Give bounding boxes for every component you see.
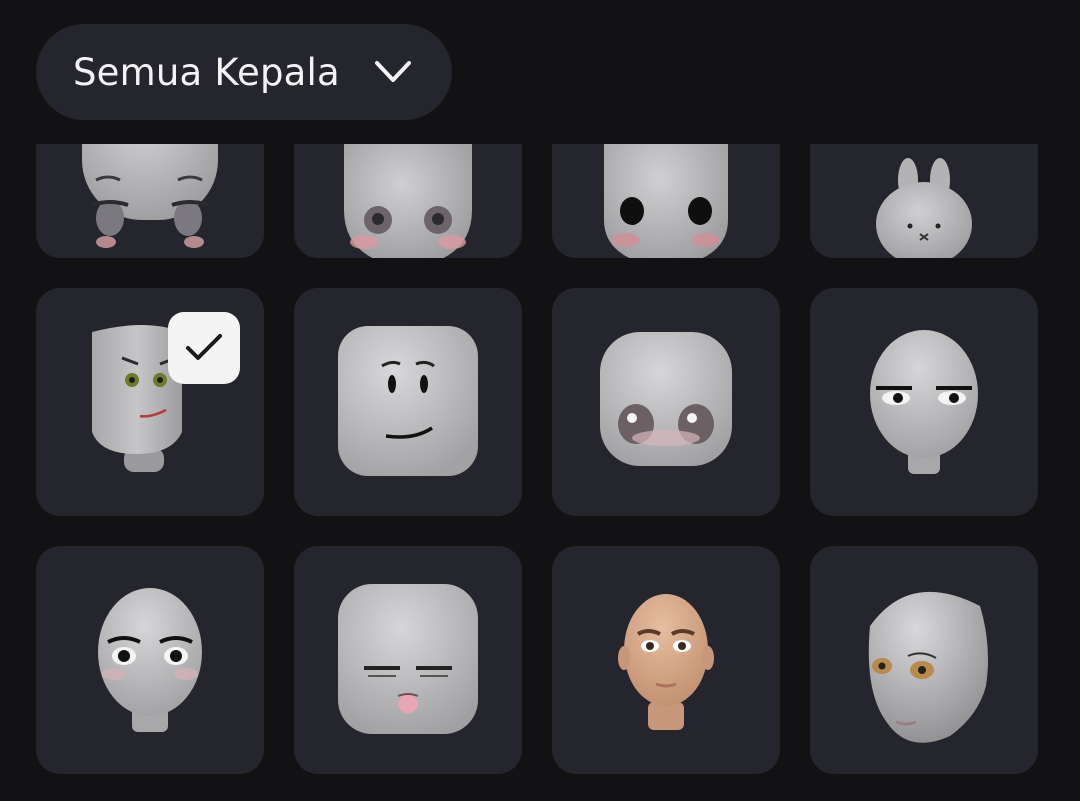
head-item-big-eyes-blush[interactable]	[552, 288, 780, 516]
head-thumbnail-3	[604, 144, 728, 258]
head-thumbnail-2	[344, 144, 472, 258]
head-thumbnail-8	[870, 330, 978, 474]
head-thumbnail-6	[338, 326, 478, 476]
head-item-gray-anime-brows[interactable]	[36, 144, 264, 258]
head-item-green-eyes-smirk[interactable]	[36, 288, 264, 516]
head-grid-viewport[interactable]	[0, 144, 1080, 801]
head-thumbnail-9	[98, 588, 202, 732]
checkmark-icon	[186, 334, 222, 360]
head-item-black-eye-dots[interactable]	[552, 144, 780, 258]
head-item-gray-blush-eyes[interactable]	[294, 144, 522, 258]
head-item-realistic-gray[interactable]	[810, 546, 1038, 774]
head-thumbnail-7	[600, 332, 732, 466]
head-filter-label: Semua Kepala	[73, 50, 340, 94]
head-item-sleepy-tongue[interactable]	[294, 546, 522, 774]
head-item-classic-smile[interactable]	[294, 288, 522, 516]
head-thumbnail-1	[82, 144, 218, 248]
head-item-bored-eyes[interactable]	[810, 288, 1038, 516]
head-item-bunny[interactable]	[810, 144, 1038, 258]
head-filter-dropdown[interactable]: Semua Kepala	[36, 24, 452, 120]
head-thumbnail-12	[868, 591, 988, 743]
head-thumbnail-4	[876, 158, 972, 258]
head-thumbnail-10	[338, 584, 478, 734]
selected-check-badge	[168, 312, 240, 384]
head-item-realistic-skin[interactable]	[552, 546, 780, 774]
head-thumbnail-11	[618, 594, 714, 730]
head-item-anime-lashes[interactable]	[36, 546, 264, 774]
chevron-down-icon	[375, 61, 411, 82]
